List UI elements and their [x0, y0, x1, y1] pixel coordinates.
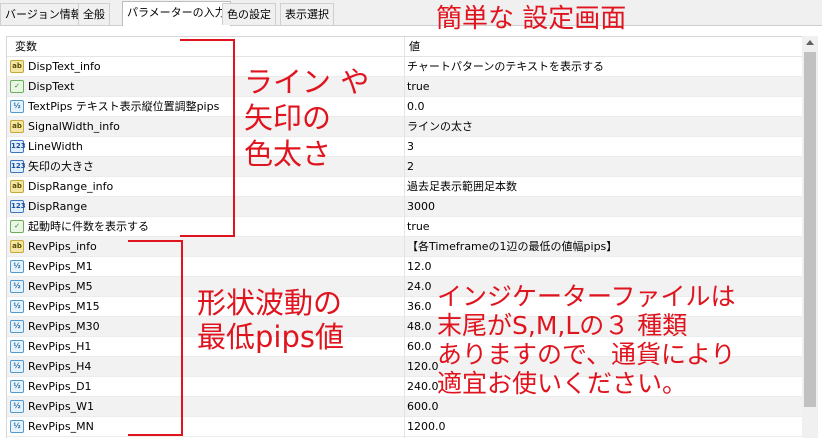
param-value[interactable]: 60.0 [407, 337, 432, 357]
tab-bar: バージョン情報 全般 パラメーターの入力 色の設定 表示選択 [0, 0, 822, 26]
page-title: 簡単な 設定画面 [436, 4, 627, 34]
param-value[interactable]: 3 [407, 137, 414, 157]
tab-color-settings[interactable]: 色の設定 [222, 3, 276, 25]
param-name: RevPips_H4 [28, 360, 92, 373]
param-name: 矢印の大きさ [28, 160, 94, 173]
double-icon: ½ [10, 380, 24, 393]
double-icon: ½ [10, 260, 24, 273]
param-name: RevPips_W1 [28, 400, 94, 413]
header-variable[interactable]: 変数 [15, 37, 37, 57]
param-value[interactable]: 600.0 [407, 397, 439, 417]
scroll-up-arrow-icon[interactable] [806, 40, 814, 45]
param-value[interactable]: true [407, 77, 430, 97]
param-name: RevPips_M30 [28, 320, 100, 333]
param-value[interactable]: 【各Timeframeの1辺の最低の値幅pips】 [407, 237, 617, 257]
double-icon: ½ [10, 280, 24, 293]
param-value[interactable]: 120.0 [407, 357, 439, 377]
tab-display-selection[interactable]: 表示選択 [280, 3, 334, 25]
param-name: RevPips_H1 [28, 340, 92, 353]
param-name: DispText_info [28, 60, 101, 73]
tab-version-info[interactable]: バージョン情報 [0, 3, 87, 25]
param-name: RevPips_M15 [28, 300, 100, 313]
param-name: RevPips_D1 [28, 380, 92, 393]
annotation-line-arrow-style: ライン や 矢印の 色太さ [244, 65, 370, 171]
string-icon: ab [10, 60, 24, 73]
double-icon: ½ [10, 340, 24, 353]
param-value[interactable]: 48.0 [407, 317, 432, 337]
param-name: LineWidth [28, 140, 83, 153]
string-icon: ab [10, 120, 24, 133]
param-name: RevPips_M1 [28, 260, 93, 273]
param-value[interactable]: 2 [407, 157, 414, 177]
annotation-indicator-files: インジケーターファイルは 末尾がS,M,Lの３ 種類 ありますので、通貨により … [437, 282, 736, 398]
bool-icon: ✓ [10, 80, 24, 93]
tab-general[interactable]: 全般 [78, 3, 110, 25]
param-name: DispText [28, 80, 75, 93]
param-name: RevPips_info [28, 240, 97, 253]
double-icon: ½ [10, 400, 24, 413]
column-separator[interactable] [404, 37, 405, 438]
annotation-bracket-lower [128, 240, 183, 436]
param-name: 起動時に件数を表示する [28, 220, 149, 233]
tab-input-parameters[interactable]: パラメーターの入力 [122, 1, 231, 26]
param-value[interactable]: 36.0 [407, 297, 432, 317]
param-value[interactable]: 3000 [407, 197, 435, 217]
param-name: DispRange_info [28, 180, 114, 193]
int-icon: 123 [10, 200, 26, 213]
param-name: RevPips_M5 [28, 280, 93, 293]
param-value[interactable]: 0.0 [407, 97, 425, 117]
param-value[interactable]: 1200.0 [407, 417, 446, 437]
param-value[interactable]: 240.0 [407, 377, 439, 397]
vertical-scrollbar[interactable] [802, 36, 818, 438]
double-icon: ½ [10, 300, 24, 313]
double-icon: ½ [10, 320, 24, 333]
header-value[interactable]: 値 [409, 37, 420, 57]
param-value[interactable]: 12.0 [407, 257, 432, 277]
param-value[interactable]: 過去足表示範囲足本数 [407, 177, 517, 197]
int-icon: 123 [10, 140, 26, 153]
double-icon: ½ [10, 360, 24, 373]
int-icon: 123 [10, 160, 26, 173]
param-name: SignalWidth_info [28, 120, 120, 133]
param-name: RevPips_MN [28, 420, 94, 433]
double-icon: ½ [10, 100, 24, 113]
scroll-thumb[interactable] [804, 52, 816, 407]
param-value[interactable]: チャートパターンのテキストを表示する [407, 57, 604, 77]
param-value[interactable]: 24.0 [407, 277, 432, 297]
annotation-min-pips: 形状波動の 最低pips値 [197, 286, 344, 354]
param-name: DispRange [28, 200, 88, 213]
double-icon: ½ [10, 420, 24, 433]
annotation-bracket-upper [180, 39, 235, 237]
string-icon: ab [10, 180, 24, 193]
bool-icon: ✓ [10, 220, 24, 233]
string-icon: ab [10, 240, 24, 253]
param-value[interactable]: ラインの太さ [407, 117, 473, 137]
param-value[interactable]: true [407, 217, 430, 237]
